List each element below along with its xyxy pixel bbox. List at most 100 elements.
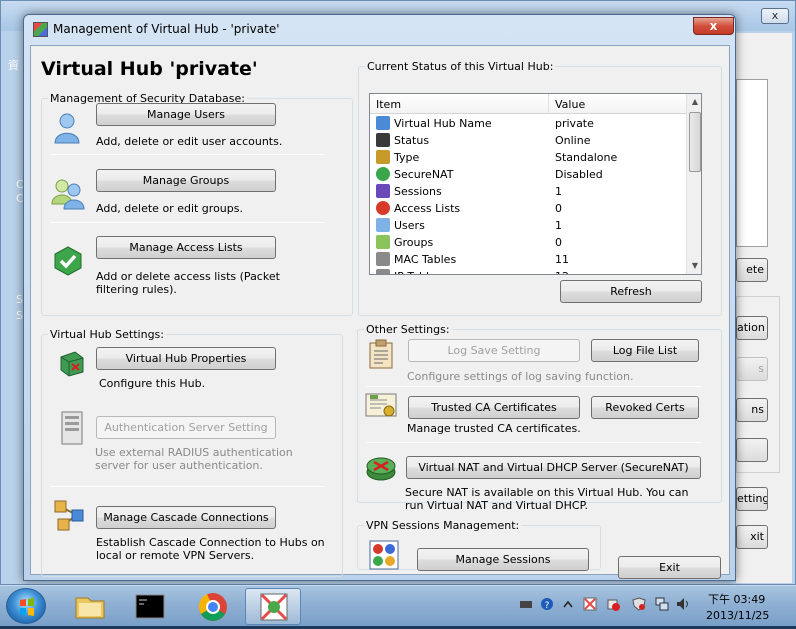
scroll-up-icon[interactable]: ▲ xyxy=(687,94,701,110)
status-row[interactable]: Sessions 1 xyxy=(370,183,686,200)
log-file-list-button[interactable]: Log File List xyxy=(591,339,699,362)
status-row[interactable]: MAC Tables 11 xyxy=(370,251,686,268)
divider xyxy=(51,154,324,155)
virtual-hub-management-dialog: Management of Virtual Hub - 'private' x … xyxy=(23,14,736,581)
manage-groups-button[interactable]: Manage Groups xyxy=(96,169,276,192)
virtual-hub-properties-description: Configure this Hub. xyxy=(99,377,206,390)
manage-cascade-connections-button[interactable]: Manage Cascade Connections xyxy=(96,506,276,529)
background-list[interactable] xyxy=(736,79,768,247)
status-row[interactable]: Groups 0 xyxy=(370,234,686,251)
status-row[interactable]: SecureNAT Disabled xyxy=(370,166,686,183)
sessions-icon xyxy=(369,540,399,570)
server-icon xyxy=(61,411,83,445)
manage-users-description: Add, delete or edit user accounts. xyxy=(96,135,283,148)
status-list-scrollbar[interactable]: ▲ ▼ xyxy=(686,94,701,274)
manage-cascade-connections-description: Establish Cascade Connection to Hubs on … xyxy=(96,536,325,562)
background-glyph: S xyxy=(16,293,23,306)
access-list-check-icon xyxy=(54,246,82,276)
status-item-value: Online xyxy=(555,134,591,147)
column-divider[interactable] xyxy=(548,94,549,114)
divider xyxy=(51,222,324,223)
dialog-title: Management of Virtual Hub - 'private' xyxy=(53,22,280,36)
close-button[interactable]: x xyxy=(693,17,734,35)
security-shield-icon[interactable] xyxy=(632,597,646,611)
current-status-group: Current Status of this Virtual Hub: Item… xyxy=(358,60,722,316)
status-item-label: Sessions xyxy=(394,185,442,198)
securenat-description: Secure NAT is available on this Virtual … xyxy=(405,486,689,512)
manage-groups-description: Add, delete or edit groups. xyxy=(96,202,243,215)
taskbar-clock-date[interactable]: 2013/11/25 xyxy=(706,609,769,622)
status-list[interactable]: Item Value Virtual Hub Name private Status… xyxy=(369,93,702,275)
help-icon[interactable]: ? xyxy=(540,597,554,611)
column-header-item[interactable]: Item xyxy=(376,98,401,111)
network-icon[interactable] xyxy=(655,597,669,611)
access-lists-icon xyxy=(376,201,390,215)
background-glyph: S xyxy=(16,309,23,322)
log-save-setting-button[interactable]: Log Save Setting xyxy=(408,339,580,362)
certificate-icon xyxy=(365,393,397,417)
status-item-label: Type xyxy=(394,151,420,164)
background-connections-button[interactable]: ns xyxy=(736,398,768,422)
status-row[interactable]: Users 1 xyxy=(370,217,686,234)
status-item-label: IP Tables xyxy=(394,270,442,274)
show-hidden-icons-icon[interactable] xyxy=(561,597,575,611)
exit-button[interactable]: Exit xyxy=(618,556,721,579)
authentication-server-setting-button[interactable]: Authentication Server Setting xyxy=(96,416,276,439)
volume-icon[interactable] xyxy=(676,597,690,611)
taskbar-explorer[interactable] xyxy=(62,588,118,625)
background-blank-button[interactable] xyxy=(736,438,768,462)
column-header-value[interactable]: Value xyxy=(555,98,585,111)
taskbar-chrome[interactable] xyxy=(185,588,241,625)
background-close-button[interactable]: x xyxy=(761,8,789,24)
manage-users-button[interactable]: Manage Users xyxy=(96,103,276,126)
trusted-ca-certificates-button[interactable]: Trusted CA Certificates xyxy=(408,396,580,419)
status-item-value: 12 xyxy=(555,270,569,274)
hub-icon xyxy=(376,116,390,130)
background-configuration-button[interactable]: ation xyxy=(736,316,768,340)
background-delete-button[interactable]: ete xyxy=(736,258,768,282)
keyboard-icon[interactable] xyxy=(519,597,533,611)
status-item-label: Virtual Hub Name xyxy=(394,117,492,130)
status-row[interactable]: IP Tables 12 xyxy=(370,268,686,274)
manage-sessions-button[interactable]: Manage Sessions xyxy=(417,548,589,571)
manage-access-lists-button[interactable]: Manage Access Lists xyxy=(96,236,276,259)
vpn-sessions-legend: VPN Sessions Management: xyxy=(366,519,520,532)
revoked-certs-button[interactable]: Revoked Certs xyxy=(591,396,699,419)
securenat-button[interactable]: Virtual NAT and Virtual DHCP Server (Sec… xyxy=(406,456,701,479)
refresh-button[interactable]: Refresh xyxy=(560,280,702,303)
page-title: Virtual Hub 'private' xyxy=(41,58,258,80)
divider xyxy=(367,386,701,387)
users-icon xyxy=(376,218,390,232)
status-item-label: MAC Tables xyxy=(394,253,457,266)
scrollbar-thumb[interactable] xyxy=(689,112,701,172)
taskbar-clock-time[interactable]: 下午 03:49 xyxy=(708,591,765,607)
status-item-label: Groups xyxy=(394,236,434,249)
svg-text:?: ? xyxy=(545,601,550,611)
vpn-tray-icon[interactable] xyxy=(583,597,597,611)
ip-tables-icon xyxy=(376,269,390,274)
background-glyph: 資 xyxy=(8,59,19,72)
action-center-icon[interactable] xyxy=(606,597,620,611)
manage-access-lists-description: Add or delete access lists (Packet filte… xyxy=(96,270,280,296)
terminal-icon xyxy=(135,594,165,619)
status-list-header: Item Value xyxy=(370,94,686,114)
status-row[interactable]: Virtual Hub Name private xyxy=(370,115,686,132)
start-button[interactable] xyxy=(6,588,46,624)
virtual-hub-properties-button[interactable]: Virtual Hub Properties xyxy=(96,347,276,370)
background-disabled-button[interactable]: s xyxy=(736,357,768,381)
background-exit-button[interactable]: xit xyxy=(736,525,768,549)
chrome-icon xyxy=(198,593,227,621)
taskbar-command-prompt[interactable] xyxy=(122,588,178,625)
status-row[interactable]: Access Lists 0 xyxy=(370,200,686,217)
taskbar: ? xyxy=(0,585,796,626)
securenat-router-icon xyxy=(366,457,396,481)
status-item-label: Access Lists xyxy=(394,202,461,215)
divider xyxy=(367,442,701,443)
log-clipboard-icon xyxy=(369,339,393,369)
status-row[interactable]: Type Standalone xyxy=(370,149,686,166)
taskbar-vpn-manager[interactable] xyxy=(245,588,301,625)
background-setting-button[interactable]: etting xyxy=(736,487,768,511)
scroll-down-icon[interactable]: ▼ xyxy=(687,258,701,274)
dialog-titlebar[interactable]: Management of Virtual Hub - 'private' x xyxy=(24,15,735,43)
status-row[interactable]: Status Online xyxy=(370,132,686,149)
